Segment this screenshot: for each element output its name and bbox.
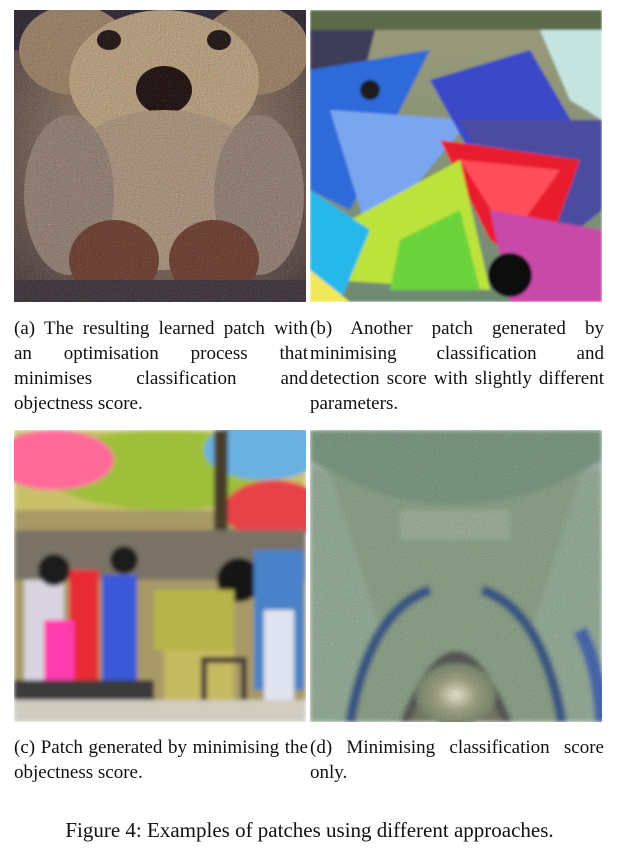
figure-caption: Figure 4: Examples of patches using diff… bbox=[65, 818, 554, 842]
patch-image-d bbox=[310, 430, 602, 722]
subfigure-caption-b: (b) Another patch generated by minimisin… bbox=[310, 318, 604, 414]
subfigure-caption-d: (d) Minimising classification score only… bbox=[310, 737, 604, 783]
patch-c-graphic bbox=[14, 430, 306, 722]
patch-a-graphic bbox=[14, 10, 306, 302]
patch-b-graphic bbox=[310, 10, 602, 302]
subfigure-caption-c: (c) Patch generated by minimis­ing the o… bbox=[14, 737, 308, 783]
patch-image-b bbox=[310, 10, 602, 302]
patch-d-graphic bbox=[310, 430, 602, 722]
patch-image-c bbox=[14, 430, 306, 722]
patch-image-a bbox=[14, 10, 306, 302]
figure-4: (a) The resulting learned patch with an … bbox=[0, 0, 619, 859]
subfigure-caption-a: (a) The resulting learned patch with an … bbox=[14, 318, 308, 414]
